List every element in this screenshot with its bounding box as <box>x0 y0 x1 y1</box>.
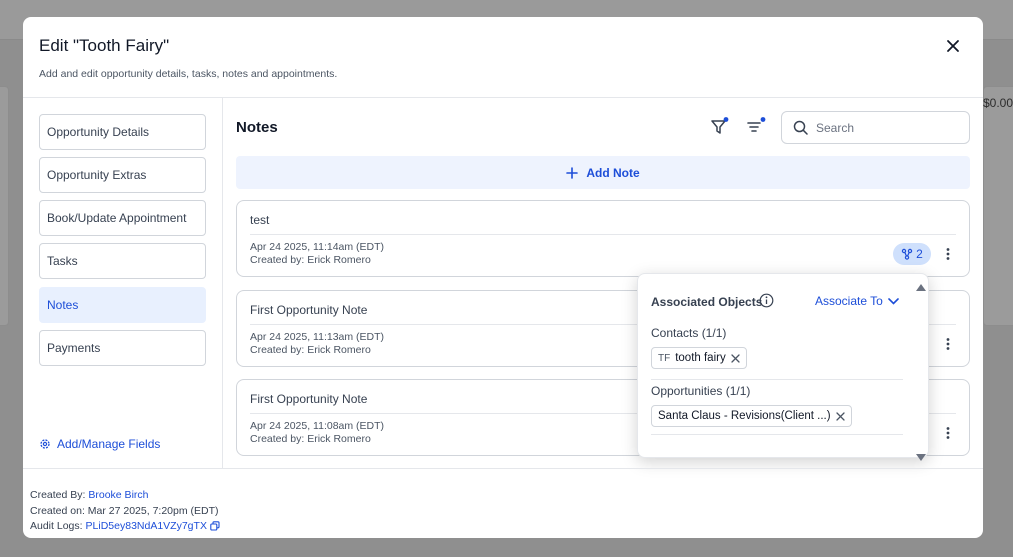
sidebar: Opportunity Details Opportunity Extras B… <box>23 98 223 468</box>
close-icon <box>947 40 959 52</box>
created-by-line: Created By: Brooke Birch <box>30 489 148 501</box>
notes-title: Notes <box>236 119 278 136</box>
section-divider <box>651 379 903 380</box>
plus-icon <box>566 166 579 179</box>
search-input[interactable] <box>816 120 956 135</box>
created-by-user-link[interactable]: Brooke Birch <box>88 489 148 501</box>
opportunity-name: Santa Claus - Revisions(Client ...) <box>658 410 831 422</box>
note-created-by: Created by: Erick Romero <box>250 433 371 445</box>
note-text: First Opportunity Note <box>250 392 368 406</box>
associated-objects-title: Associated Objects <box>651 295 763 309</box>
sort-button[interactable] <box>745 116 767 138</box>
section-divider <box>651 434 903 435</box>
edit-opportunity-modal: Edit "Tooth Fairy" Add and edit opportun… <box>23 17 983 538</box>
contact-initials: TF <box>658 352 671 364</box>
note-text: First Opportunity Note <box>250 303 368 317</box>
modal-subtitle: Add and edit opportunity details, tasks,… <box>39 68 338 80</box>
sidebar-item-opportunity-extras[interactable]: Opportunity Extras <box>39 157 206 193</box>
caret-down-icon <box>916 454 926 461</box>
note-card[interactable]: test Apr 24 2025, 11:14am (EDT) Created … <box>236 200 970 277</box>
created-by-label: Created By: <box>30 489 86 501</box>
note-created-by: Created by: Erick Romero <box>250 344 371 356</box>
kebab-icon <box>946 248 950 260</box>
background-value: $0.00 <box>982 96 1013 110</box>
remove-contact-icon[interactable] <box>731 353 740 363</box>
note-meta: Apr 24 2025, 11:14am (EDT) Created by: E… <box>250 241 384 267</box>
add-note-label: Add Note <box>586 165 640 180</box>
associations-count: 2 <box>916 247 923 261</box>
kebab-icon <box>946 427 950 439</box>
sidebar-item-payments[interactable]: Payments <box>39 330 206 366</box>
sidebar-item-book-appointment[interactable]: Book/Update Appointment <box>39 200 206 236</box>
modal-header: Edit "Tooth Fairy" Add and edit opportun… <box>23 17 983 98</box>
associations-badge[interactable]: 2 <box>893 243 931 265</box>
note-menu-button[interactable] <box>943 247 953 261</box>
associate-to-dropdown[interactable]: Associate To <box>815 294 899 308</box>
sidebar-item-notes[interactable]: Notes <box>39 287 206 323</box>
contacts-label: Contacts (1/1) <box>651 326 727 340</box>
note-date: Apr 24 2025, 11:08am (EDT) <box>250 420 385 432</box>
modal-title: Edit "Tooth Fairy" <box>39 36 170 55</box>
created-on-line: Created on: Mar 27 2025, 7:20pm (EDT) <box>30 505 219 517</box>
note-menu-button[interactable] <box>943 426 953 440</box>
contact-name: tooth fairy <box>675 352 726 364</box>
info-icon[interactable] <box>759 293 774 308</box>
note-date: Apr 24 2025, 11:14am (EDT) <box>250 241 385 253</box>
association-icon <box>901 248 913 260</box>
opportunities-label: Opportunities (1/1) <box>651 384 751 398</box>
copy-icon[interactable] <box>210 521 220 531</box>
audit-logs-line: Audit Logs: PLiD5ey83NdA1VZy7gTX <box>30 520 220 532</box>
gear-icon <box>40 439 50 449</box>
notes-panel: Notes Add Note test Apr 24 2025, 11:14am… <box>223 98 983 468</box>
opportunity-chip: Santa Claus - Revisions(Client ...) <box>651 405 852 427</box>
chevron-down-icon <box>888 297 899 305</box>
search-field[interactable] <box>781 111 970 144</box>
background-panel <box>0 86 9 326</box>
note-menu-button[interactable] <box>943 337 953 351</box>
note-created-by: Created by: Erick Romero <box>250 254 371 266</box>
caret-up-icon <box>916 284 926 291</box>
kebab-icon <box>946 338 950 350</box>
add-manage-fields-label: Add/Manage Fields <box>57 437 161 451</box>
scroll-up-arrow[interactable] <box>916 278 926 291</box>
add-manage-fields-link[interactable]: Add/Manage Fields <box>39 437 160 451</box>
add-note-button[interactable]: Add Note <box>236 156 970 189</box>
audit-log-id[interactable]: PLiD5ey83NdA1VZy7gTX <box>86 520 207 532</box>
audit-logs-label: Audit Logs: <box>30 520 83 532</box>
sort-icon <box>747 117 766 132</box>
note-divider <box>250 234 956 235</box>
contact-chip: TF tooth fairy <box>651 347 747 369</box>
note-date: Apr 24 2025, 11:13am (EDT) <box>250 331 385 343</box>
note-text: test <box>250 213 270 227</box>
background-panel <box>983 86 1013 326</box>
note-meta: Apr 24 2025, 11:13am (EDT) Created by: E… <box>250 331 384 357</box>
filter-icon <box>711 117 729 134</box>
note-meta: Apr 24 2025, 11:08am (EDT) Created by: E… <box>250 420 384 446</box>
associated-objects-popover: Associated Objects Associate To Contacts… <box>637 273 929 461</box>
remove-opportunity-icon[interactable] <box>835 411 845 421</box>
sidebar-item-opportunity-details[interactable]: Opportunity Details <box>39 114 206 150</box>
modal-footer: Created By: Brooke Birch Created on: Mar… <box>23 468 983 538</box>
search-icon <box>793 120 808 135</box>
filter-button[interactable] <box>709 116 731 138</box>
associate-to-label: Associate To <box>815 294 883 308</box>
close-button[interactable] <box>945 38 961 54</box>
sidebar-item-tasks[interactable]: Tasks <box>39 243 206 279</box>
scroll-down-arrow[interactable] <box>916 448 926 461</box>
